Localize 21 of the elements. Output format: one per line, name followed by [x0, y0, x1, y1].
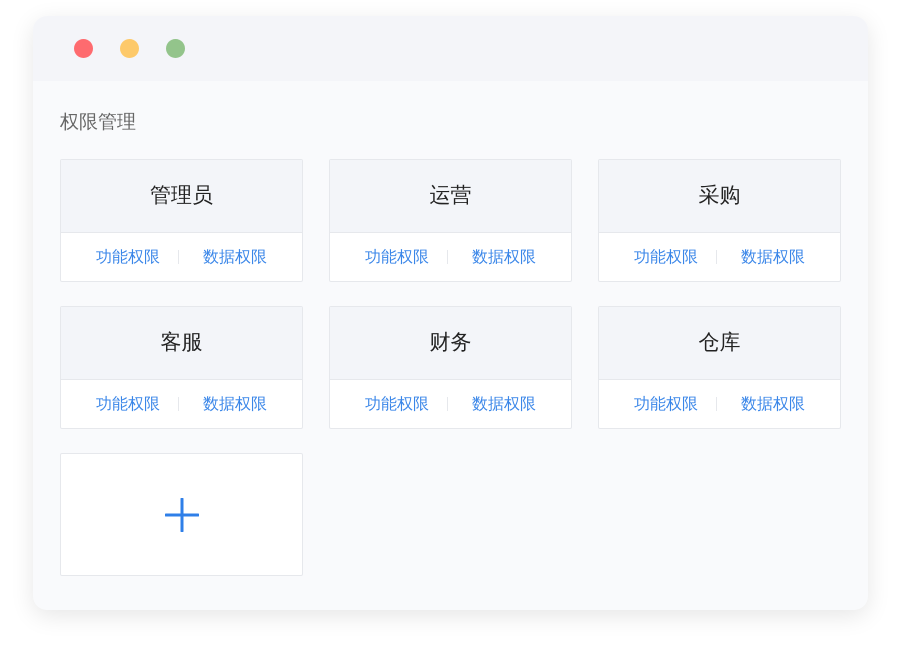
role-name: 采购: [599, 160, 840, 233]
permission-link[interactable]: 功能权限: [96, 245, 160, 269]
permission-link[interactable]: 数据权限: [472, 245, 536, 269]
permission-link[interactable]: 功能权限: [96, 392, 160, 416]
permission-link[interactable]: 数据权限: [741, 245, 805, 269]
add-role-button[interactable]: [60, 453, 303, 576]
permission-link[interactable]: 数据权限: [741, 392, 805, 416]
permission-link[interactable]: 功能权限: [634, 245, 698, 269]
permission-link[interactable]: 功能权限: [365, 392, 429, 416]
role-name: 财务: [330, 307, 571, 380]
permission-link[interactable]: 数据权限: [203, 392, 267, 416]
role-name: 客服: [61, 307, 302, 380]
permission-link[interactable]: 功能权限: [365, 245, 429, 269]
permission-link[interactable]: 数据权限: [203, 245, 267, 269]
permission-link[interactable]: 功能权限: [634, 392, 698, 416]
role-name: 管理员: [61, 160, 302, 233]
permission-link[interactable]: 数据权限: [472, 392, 536, 416]
page-title: 权限管理: [60, 110, 137, 135]
plus-icon: [164, 498, 198, 532]
role-name: 运营: [330, 160, 571, 233]
role-name: 仓库: [599, 307, 840, 380]
